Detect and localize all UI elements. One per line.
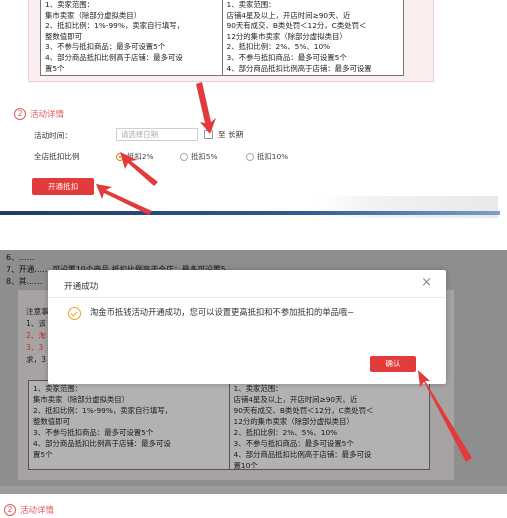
rule-line: 店铺4星及以上，开店时间≥90天、近 — [233, 395, 358, 404]
bg-rules-col-right: 1、卖家范围： 店铺4星及以上，开店时间≥90天、近 90天有成交、B类处罚＜12… — [228, 381, 430, 469]
rule-line: 4、部分商品抵扣比例高于店铺：最多可设 — [233, 450, 372, 459]
rule-line: 整数值即可 — [33, 417, 70, 426]
bg-note-line: 求，3 — [26, 355, 47, 364]
top-panel: 1、卖家范围： 集市卖家（除部分虚拟类目） 2、抵扣比例：1%-99%，卖家自行填… — [0, 0, 507, 218]
step-header: 2 活动详情 — [14, 108, 64, 120]
success-check-icon — [68, 307, 81, 320]
long-term-checkbox[interactable] — [204, 130, 213, 139]
rules-table: 1、卖家范围： 集市卖家（除部分虚拟类目） 2、抵扣比例：1%-99%，卖家自行填… — [40, 0, 404, 76]
rule-line: 1、卖家范围： — [226, 0, 276, 9]
radio-option-2[interactable]: 抵扣2% — [116, 151, 154, 162]
step-title: 活动详情 — [20, 506, 55, 516]
step-header-bottom: 2 活动详情 — [4, 504, 54, 516]
rule-line: 90天有成交、B类处罚＜12分，C类处罚＜ — [233, 406, 374, 415]
rule-line: 置10个 — [227, 74, 400, 75]
rules-col-right: 1、卖家范围： 店铺4星及以上，开店时间≥90天、近 90天有成交、B类处罚＜12… — [221, 0, 404, 75]
radio-option-5[interactable]: 抵扣5% — [180, 151, 218, 162]
close-icon[interactable]: × — [421, 276, 432, 290]
rule-line: 4、部分商品抵扣比例高于店铺：最多可设置 — [226, 63, 372, 73]
rule-line: 3、不参与抵扣商品：最多可设置5个 — [33, 428, 154, 437]
rule-line: 集市卖家（除部分虚拟类目） — [33, 395, 130, 404]
radio-label-2: 抵扣2% — [127, 152, 154, 161]
bg-rule-line-6: 6、…… — [6, 253, 35, 262]
rule-line: 置10个 — [233, 461, 258, 469]
rule-line: 1、卖家范围： — [33, 384, 83, 393]
rule-line: 90天有成交、B类处罚＜12分，C类处罚＜ — [226, 21, 367, 31]
success-dialog: 开通成功 × 淘金币抵钱活动开通成功，您可以设置更高抵扣和不参加抵扣的单品哦~ … — [48, 270, 446, 384]
ratio-label: 全店抵扣比例 — [34, 152, 80, 161]
rule-line: 3、不参与抵扣商品：最多可设置5个 — [233, 439, 354, 448]
confirm-button[interactable]: 确认 — [370, 356, 416, 372]
dialog-title: 开通成功 — [64, 282, 99, 292]
bottom-section: 2 活动详情 — [0, 494, 507, 518]
radio-label-5: 抵扣5% — [191, 152, 218, 161]
divider-bar — [0, 211, 500, 215]
radio-icon — [180, 152, 188, 161]
bg-rules-col-left: 1、卖家范围： 集市卖家（除部分虚拟类目） 2、抵扣比例：1%-99%，卖家自行填… — [29, 381, 229, 469]
bg-rules-table: 1、卖家范围： 集市卖家（除部分虚拟类目） 2、抵扣比例：1%-99%，卖家自行填… — [28, 380, 430, 470]
long-term-label: 至 长期 — [218, 130, 244, 139]
rule-line: 4、部分商品抵扣比例高于店铺：最多可设 — [45, 52, 183, 62]
radio-icon — [246, 152, 254, 161]
rule-line: 2、抵扣比例：1%-99%，卖家自行填写， — [33, 406, 172, 415]
rule-line: 3、不参与抵扣商品：最多可设置5个 — [45, 42, 166, 52]
bg-rule-line-8: 8、其…… — [6, 277, 43, 286]
activity-time-label: 活动时间： — [34, 131, 72, 140]
open-deduction-button[interactable]: 开通抵扣 — [32, 178, 94, 195]
rule-line: 2、抵扣比例：2%、5%、10% — [233, 428, 338, 437]
radio-selected-icon — [116, 152, 124, 161]
bg-note-line: 2、淘 — [26, 331, 47, 340]
rule-line: 4、部分商品抵扣比例高于店铺：最多可设 — [33, 439, 171, 448]
rule-line: 2、抵扣比例：2%、5%、10% — [226, 42, 331, 52]
step-number: 2 — [14, 108, 26, 120]
rules-col-left: 1、卖家范围： 集市卖家（除部分虚拟类目） 2、抵扣比例：1%-99%，卖家自行填… — [41, 0, 222, 75]
bg-note-line: 注意事 — [26, 307, 49, 316]
rule-line: 置5个 — [45, 63, 65, 73]
radio-label-10: 抵扣10% — [257, 152, 289, 161]
rule-line: 12分的集市卖家（除部分虚拟类目） — [226, 31, 347, 41]
bg-note-line: 3、3 — [26, 343, 44, 352]
rule-line: 1、卖家范围： — [233, 384, 283, 393]
rule-line: 2、抵扣比例：1%-99%，卖家自行填写， — [45, 21, 184, 31]
radio-option-10[interactable]: 抵扣10% — [246, 151, 288, 162]
screenshot-stage: 1、卖家范围： 集市卖家（除部分虚拟类目） 2、抵扣比例：1%-99%，卖家自行填… — [0, 0, 507, 518]
rule-line: 置5个 — [33, 450, 53, 459]
rule-line: 店铺4星及以上，开店时间≥90天、近 — [226, 10, 351, 20]
step-number: 2 — [4, 504, 16, 516]
bg-note-line: 1、该 — [26, 319, 47, 328]
rule-line: 整数值即可 — [45, 31, 82, 41]
bg-notes: 注意事 1、该 2、淘 3、3 求，3 — [26, 306, 49, 366]
rule-line: 1、卖家范围： — [45, 0, 95, 9]
date-picker-input[interactable]: 请选择日期 — [116, 128, 198, 141]
rule-line: 集市卖家（除部分虚拟类目） — [45, 10, 142, 20]
step-title: 活动详情 — [30, 110, 65, 120]
rule-line: 3、不参与抵扣商品：最多可设置5个 — [226, 52, 347, 62]
rule-line: 12分的集市卖家（除部分虚拟类目） — [233, 417, 354, 426]
dialog-divider — [48, 297, 446, 298]
dialog-message: 淘金币抵钱活动开通成功，您可以设置更高抵扣和不参加抵扣的单品哦~ — [90, 307, 355, 317]
